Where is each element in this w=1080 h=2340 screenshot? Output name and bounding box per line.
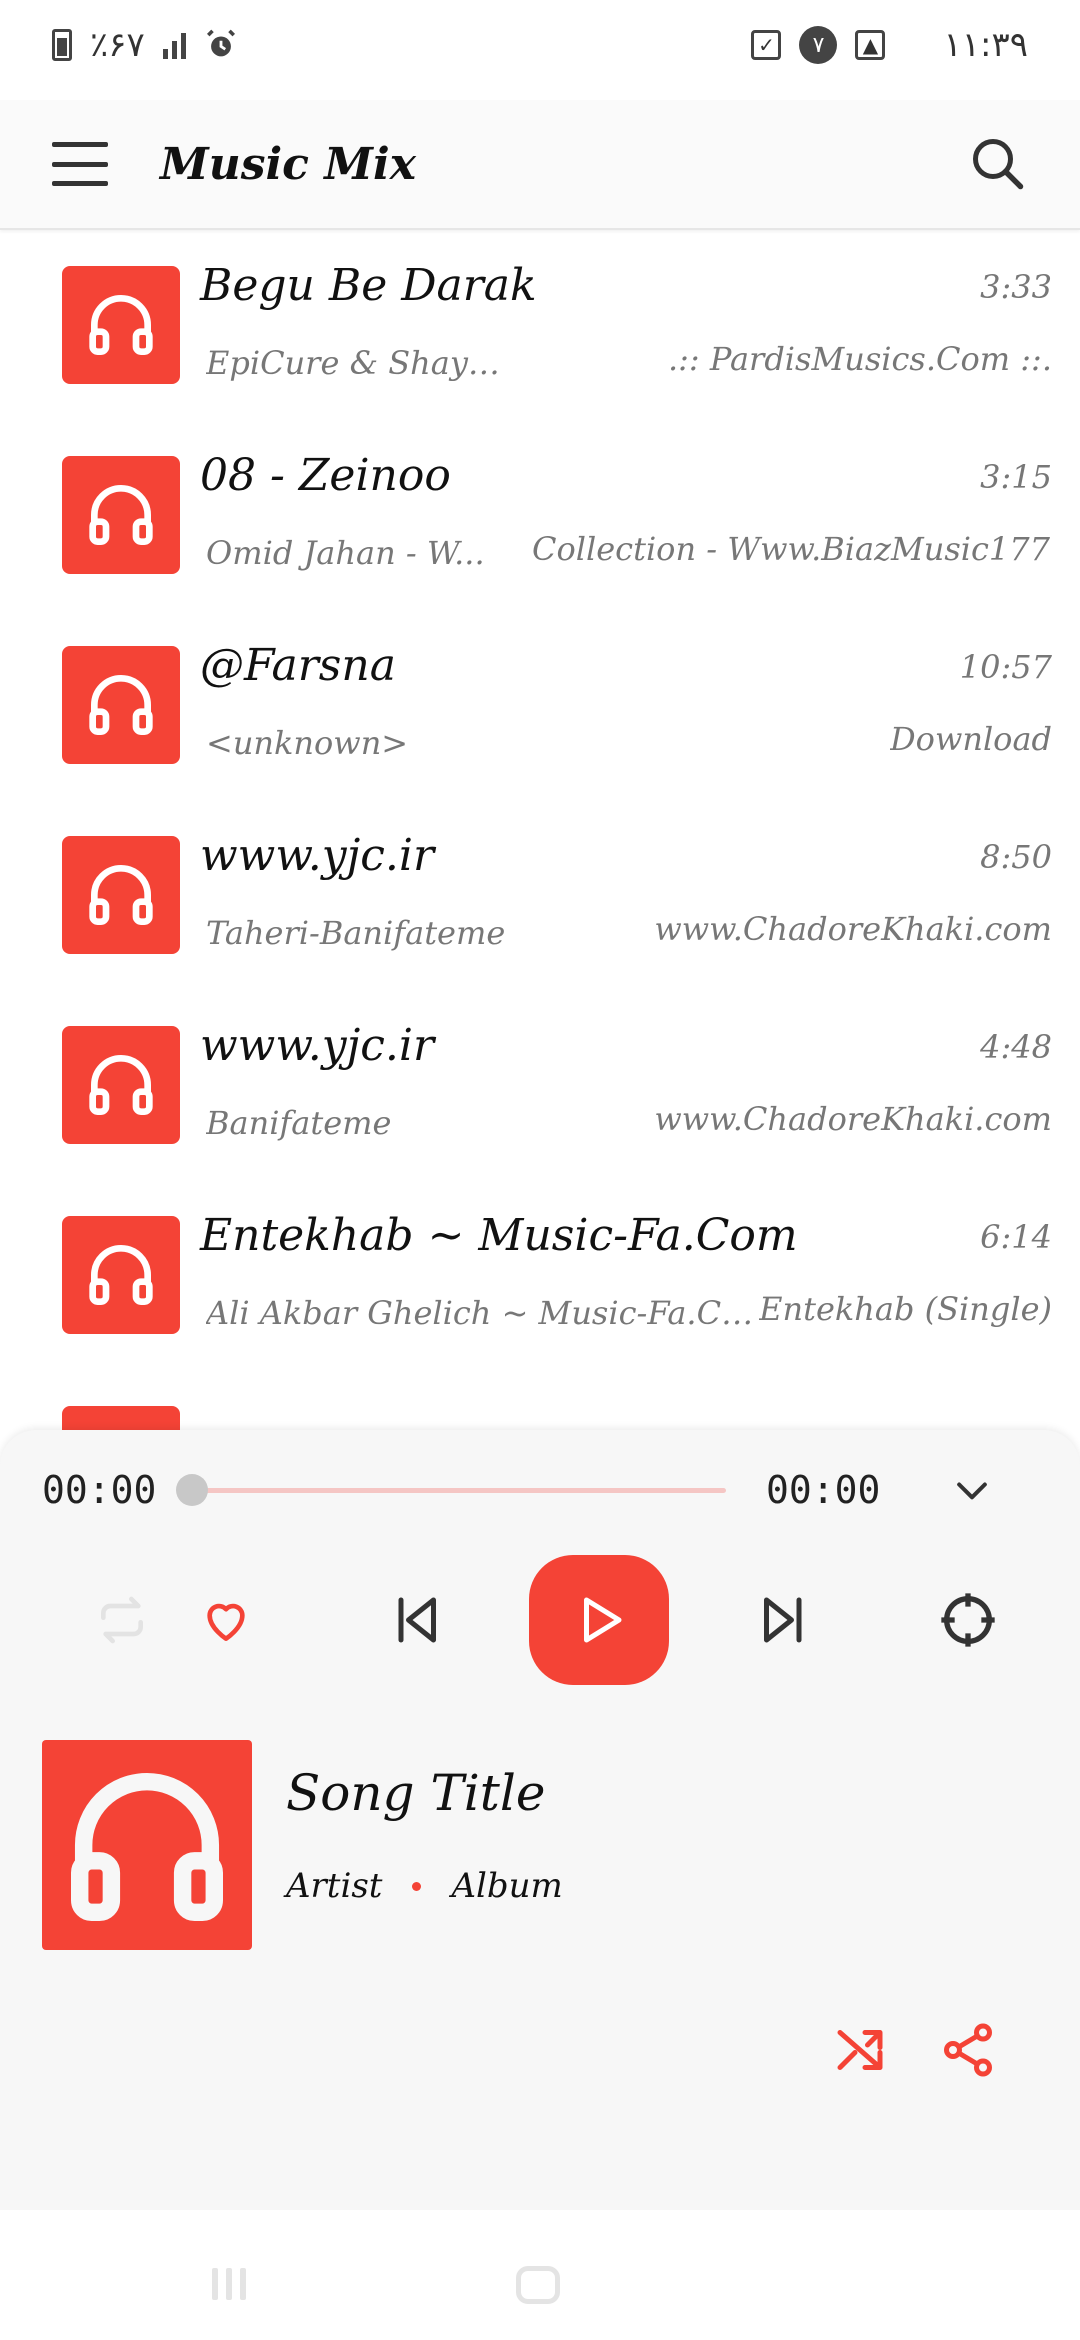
- song-title: www.yjc.ir: [200, 1020, 434, 1071]
- list-item[interactable]: Begu Be Darak 3:33 EpiCure & Shayea – پر…: [0, 232, 1080, 422]
- app-bar: Music Mix: [0, 100, 1080, 230]
- headphones-icon: [62, 646, 180, 764]
- song-duration: 6:14: [980, 1218, 1052, 1256]
- separator-dot: [412, 1881, 422, 1891]
- list-item[interactable]: @Farsna 10:57 <unknown> Download: [0, 612, 1080, 802]
- song-artist: EpiCure & Shayea – پردیس موز...: [206, 344, 506, 382]
- headphones-icon: [62, 1026, 180, 1144]
- song-album: Entekhab (Single): [759, 1290, 1052, 1328]
- app-title: Music Mix: [160, 138, 416, 190]
- song-duration: 8:50: [980, 838, 1052, 876]
- song-duration: 10:57: [959, 648, 1052, 686]
- song-album: www.ChadoreKhaki.com: [654, 1100, 1052, 1138]
- battery-level: ٪۶۷: [90, 25, 145, 65]
- battery-icon: [52, 29, 72, 61]
- song-list[interactable]: Begu Be Darak 3:33 EpiCure & Shayea – پر…: [0, 232, 1080, 1432]
- play-icon: [584, 1597, 622, 1643]
- status-left: ٪۶۷: [52, 25, 238, 65]
- image-notification-icon: ▲: [855, 30, 886, 60]
- alarm-icon: [206, 29, 235, 57]
- signal-icon: [162, 31, 186, 59]
- song-album: .:: PardisMusics.Com ::.: [667, 340, 1052, 378]
- now-playing-meta: Artist Album: [286, 1866, 563, 1906]
- shuffle-icon[interactable]: [830, 2020, 890, 2080]
- seek-bar[interactable]: [192, 1488, 726, 1493]
- list-item[interactable]: Entekhab ~ Music-Fa.Com 6:14 Ali Akbar G…: [0, 1182, 1080, 1372]
- navigation-bar: [0, 2210, 1080, 2340]
- song-album: www.ChadoreKhaki.com: [654, 910, 1052, 948]
- song-artist: Banifateme: [206, 1104, 392, 1142]
- skip-next-icon[interactable]: [744, 1580, 824, 1660]
- search-icon[interactable]: [968, 134, 1028, 194]
- headphones-icon: [62, 1216, 180, 1334]
- repeat-icon[interactable]: [82, 1580, 162, 1660]
- now-playing[interactable]: Song Title Artist Album: [0, 1740, 1080, 1960]
- progress-row: 00:00 00:00: [0, 1430, 1080, 1550]
- home-icon[interactable]: [516, 2266, 560, 2304]
- headphones-icon: [62, 266, 180, 384]
- song-artist: <unknown>: [206, 724, 409, 762]
- current-time: 00:00: [42, 1468, 157, 1512]
- list-item[interactable]: www.yjc.ir 4:48 Banifateme www.ChadoreKh…: [0, 992, 1080, 1182]
- song-album: Download: [890, 720, 1052, 758]
- song-title: Begu Be Darak: [200, 260, 537, 311]
- list-item[interactable]: 08 - Zeinoo 3:15 Omid Jahan - W... Colle…: [0, 422, 1080, 612]
- hamburger-menu-icon[interactable]: [52, 142, 108, 186]
- chevron-down-icon[interactable]: [950, 1468, 994, 1512]
- headphones-icon: [62, 456, 180, 574]
- song-title: Entekhab ~ Music-Fa.Com: [200, 1210, 798, 1261]
- share-icon[interactable]: [938, 2020, 998, 2080]
- song-title: www.yjc.ir: [200, 830, 434, 881]
- song-album: Collection - Www.BiazMusic177.Com: [532, 530, 1052, 568]
- heart-icon[interactable]: [186, 1580, 266, 1660]
- song-duration: 3:33: [980, 268, 1052, 306]
- headphones-icon: [62, 836, 180, 954]
- playback-controls: [0, 1550, 1080, 1710]
- song-artist: Ali Akbar Ghelich ~ Music-Fa.Com: [206, 1294, 766, 1332]
- song-artist: Omid Jahan - W...: [206, 534, 485, 572]
- song-title: @Farsna: [200, 640, 396, 691]
- now-playing-title: Song Title: [286, 1764, 546, 1822]
- play-button[interactable]: [529, 1555, 669, 1685]
- song-duration: 4:48: [980, 1028, 1052, 1066]
- clock: ۱۱:۳۹: [943, 25, 1028, 65]
- headphones-icon: [71, 1773, 223, 1921]
- extra-actions: [0, 2020, 1080, 2110]
- status-right: ✓ ۷ ▲ ۱۱:۳۹: [751, 25, 1028, 65]
- recents-icon[interactable]: [212, 2268, 246, 2300]
- headphones-icon: [62, 1406, 180, 1432]
- total-time: 00:00: [766, 1468, 881, 1512]
- checkbox-notification-icon: ✓: [751, 30, 782, 60]
- now-playing-artist: Artist: [286, 1866, 383, 1906]
- album-cover: [42, 1740, 252, 1950]
- seek-thumb[interactable]: [176, 1474, 208, 1506]
- song-title: 08 - Zeinoo: [200, 450, 451, 501]
- status-bar: ٪۶۷ ✓ ۷ ▲ ۱۱:۳۹: [0, 0, 1080, 90]
- list-item[interactable]: www.yjc.ir 8:50 Taheri-Banifateme www.Ch…: [0, 802, 1080, 992]
- notification-count-badge: ۷: [799, 26, 838, 64]
- now-playing-album: Album: [451, 1866, 563, 1906]
- player-sheet: 00:00 00:00 Song Title Artist Album: [0, 1430, 1080, 2310]
- song-duration: 3:15: [980, 458, 1052, 496]
- crosshair-icon[interactable]: [928, 1580, 1008, 1660]
- skip-previous-icon[interactable]: [376, 1580, 456, 1660]
- list-item[interactable]: [0, 1372, 1080, 1432]
- song-artist: Taheri-Banifateme: [206, 914, 506, 952]
